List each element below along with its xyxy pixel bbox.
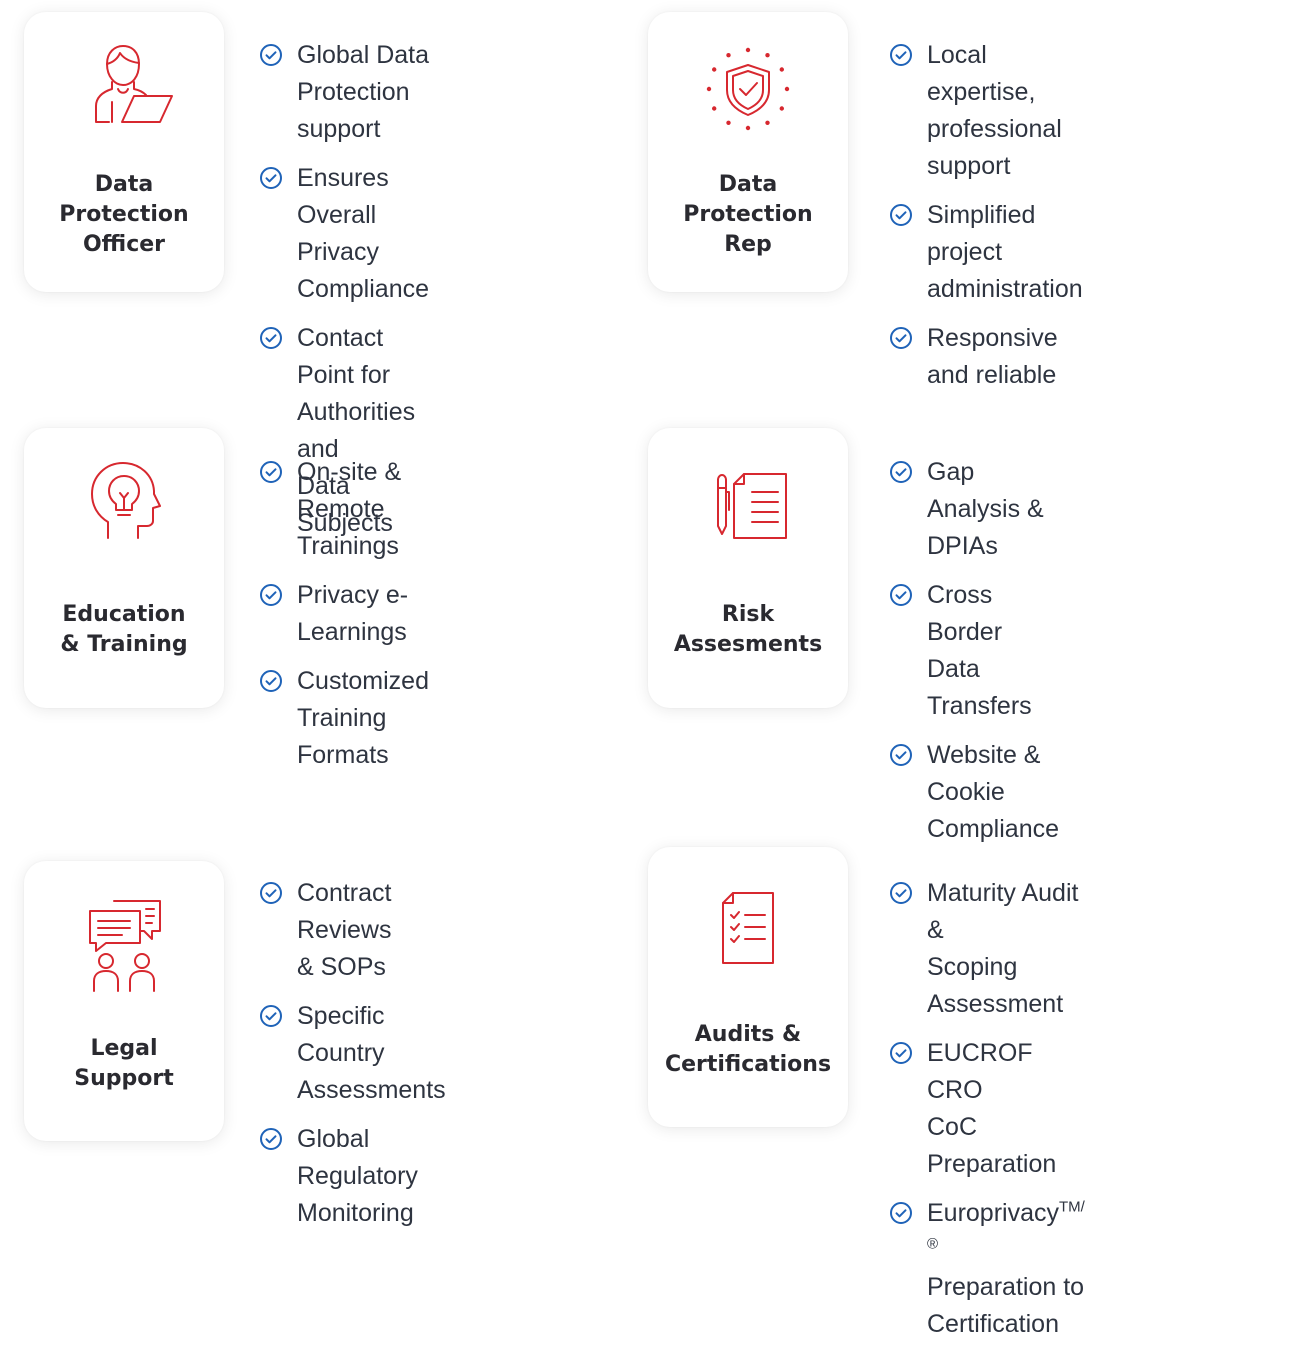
service-card[interactable]: Data Protection Officer [24, 12, 224, 292]
check-circle-icon [890, 1042, 912, 1064]
list-item: Customized Training Formats [259, 663, 429, 774]
check-circle-icon [260, 670, 282, 692]
list-item: Gap Analysis & DPIAs [889, 454, 1059, 565]
head-lightbulb-icon [91, 462, 161, 539]
shield-stars-icon [706, 47, 790, 131]
list-item-text: Specific Country Assessments [297, 1002, 446, 1104]
list-item: Specific Country Assessments [259, 998, 446, 1109]
list-item-text: Global Data Protection support [297, 41, 430, 143]
list-item: EuroprivacyTM/® Preparation to Certificat… [889, 1195, 1085, 1343]
list-item-text: On-site & Remote Trainings [297, 458, 402, 560]
feature-list: Contract Reviews & SOPs Specific Country… [259, 875, 446, 1244]
list-item-text: EuroprivacyTM/® Preparation to Certificat… [927, 1195, 1085, 1343]
list-item-suffix: Preparation to Certification [927, 1273, 1085, 1338]
list-item-text: Contract Reviews & SOPs [297, 879, 392, 981]
list-item: Local expertise, professional support [889, 37, 1083, 185]
check-circle-icon [890, 327, 912, 349]
feature-list: Maturity Audit & Scoping Assessment EUCR… [889, 875, 1085, 1355]
check-circle-icon [260, 327, 282, 349]
service-card[interactable]: Data Protection Rep [648, 12, 848, 292]
list-item: Maturity Audit & Scoping Assessment [889, 875, 1085, 1023]
service-card[interactable]: Education & Training [24, 428, 224, 708]
list-item-text: Privacy e-Learnings [297, 581, 409, 646]
check-circle-icon [890, 1202, 912, 1224]
people-chat-icon [89, 900, 161, 992]
list-item-text: Ensures Overall Privacy Compliance [297, 164, 430, 303]
europrivacy-label: Europrivacy [927, 1199, 1059, 1227]
feature-list: Local expertise, professional support Si… [889, 37, 1083, 406]
list-item: Responsive and reliable [889, 320, 1083, 394]
service-title: Data Protection Officer [59, 172, 189, 257]
list-item-text: Simplified project administration [927, 201, 1083, 303]
list-item: Contract Reviews & SOPs [259, 875, 446, 986]
list-item: EUCROF CRO CoC Preparation [889, 1035, 1085, 1183]
pen-document-icon [717, 473, 787, 539]
check-circle-icon [260, 1005, 282, 1027]
list-item-text: Local expertise, professional support [927, 41, 1062, 180]
check-circle-icon [260, 882, 282, 904]
check-circle-icon [890, 461, 912, 483]
feature-list: On-site & Remote Trainings Privacy e-Lea… [259, 454, 429, 786]
list-item: Simplified project administration [889, 197, 1083, 308]
list-item-text: Responsive and reliable [927, 324, 1058, 389]
check-circle-icon [260, 1128, 282, 1150]
person-laptop-icon [95, 45, 173, 123]
service-title: Risk Assesments [673, 602, 823, 657]
check-circle-icon [260, 584, 282, 606]
list-item: Website & Cookie Compliance [889, 737, 1059, 848]
check-circle-icon [260, 167, 282, 189]
list-item: Cross Border Data Transfers [889, 577, 1059, 725]
list-item-text: EUCROF CRO CoC Preparation [927, 1039, 1057, 1178]
list-item-text: Global Regulatory Monitoring [297, 1125, 418, 1227]
check-circle-icon [260, 44, 282, 66]
list-item-text: Cross Border Data Transfers [927, 581, 1032, 720]
list-item: Ensures Overall Privacy Compliance [259, 160, 429, 308]
checklist-document-icon [722, 892, 774, 964]
list-item: Privacy e-Learnings [259, 577, 429, 651]
list-item: Global Regulatory Monitoring [259, 1121, 446, 1232]
check-circle-icon [890, 882, 912, 904]
service-title: Data Protection Rep [683, 172, 813, 257]
list-item-text: Customized Training Formats [297, 667, 429, 769]
service-card[interactable]: Audits & Certifications [648, 847, 848, 1127]
feature-list: Gap Analysis & DPIAs Cross Border Data T… [889, 454, 1059, 860]
list-item-text: Website & Cookie Compliance [927, 741, 1060, 843]
check-circle-icon [890, 744, 912, 766]
check-circle-icon [890, 44, 912, 66]
service-card[interactable]: Risk Assesments [648, 428, 848, 708]
service-title: Audits & Certifications [664, 1022, 832, 1077]
check-circle-icon [890, 204, 912, 226]
check-circle-icon [890, 584, 912, 606]
service-title: Legal Support [74, 1036, 174, 1091]
list-item-text: Maturity Audit & Scoping Assessment [927, 879, 1079, 1018]
list-item: Global Data Protection support [259, 37, 429, 148]
list-item-text: Gap Analysis & DPIAs [927, 458, 1044, 560]
list-item: On-site & Remote Trainings [259, 454, 429, 565]
service-card[interactable]: Legal Support [24, 861, 224, 1141]
service-title: Education & Training [60, 602, 188, 657]
check-circle-icon [260, 461, 282, 483]
